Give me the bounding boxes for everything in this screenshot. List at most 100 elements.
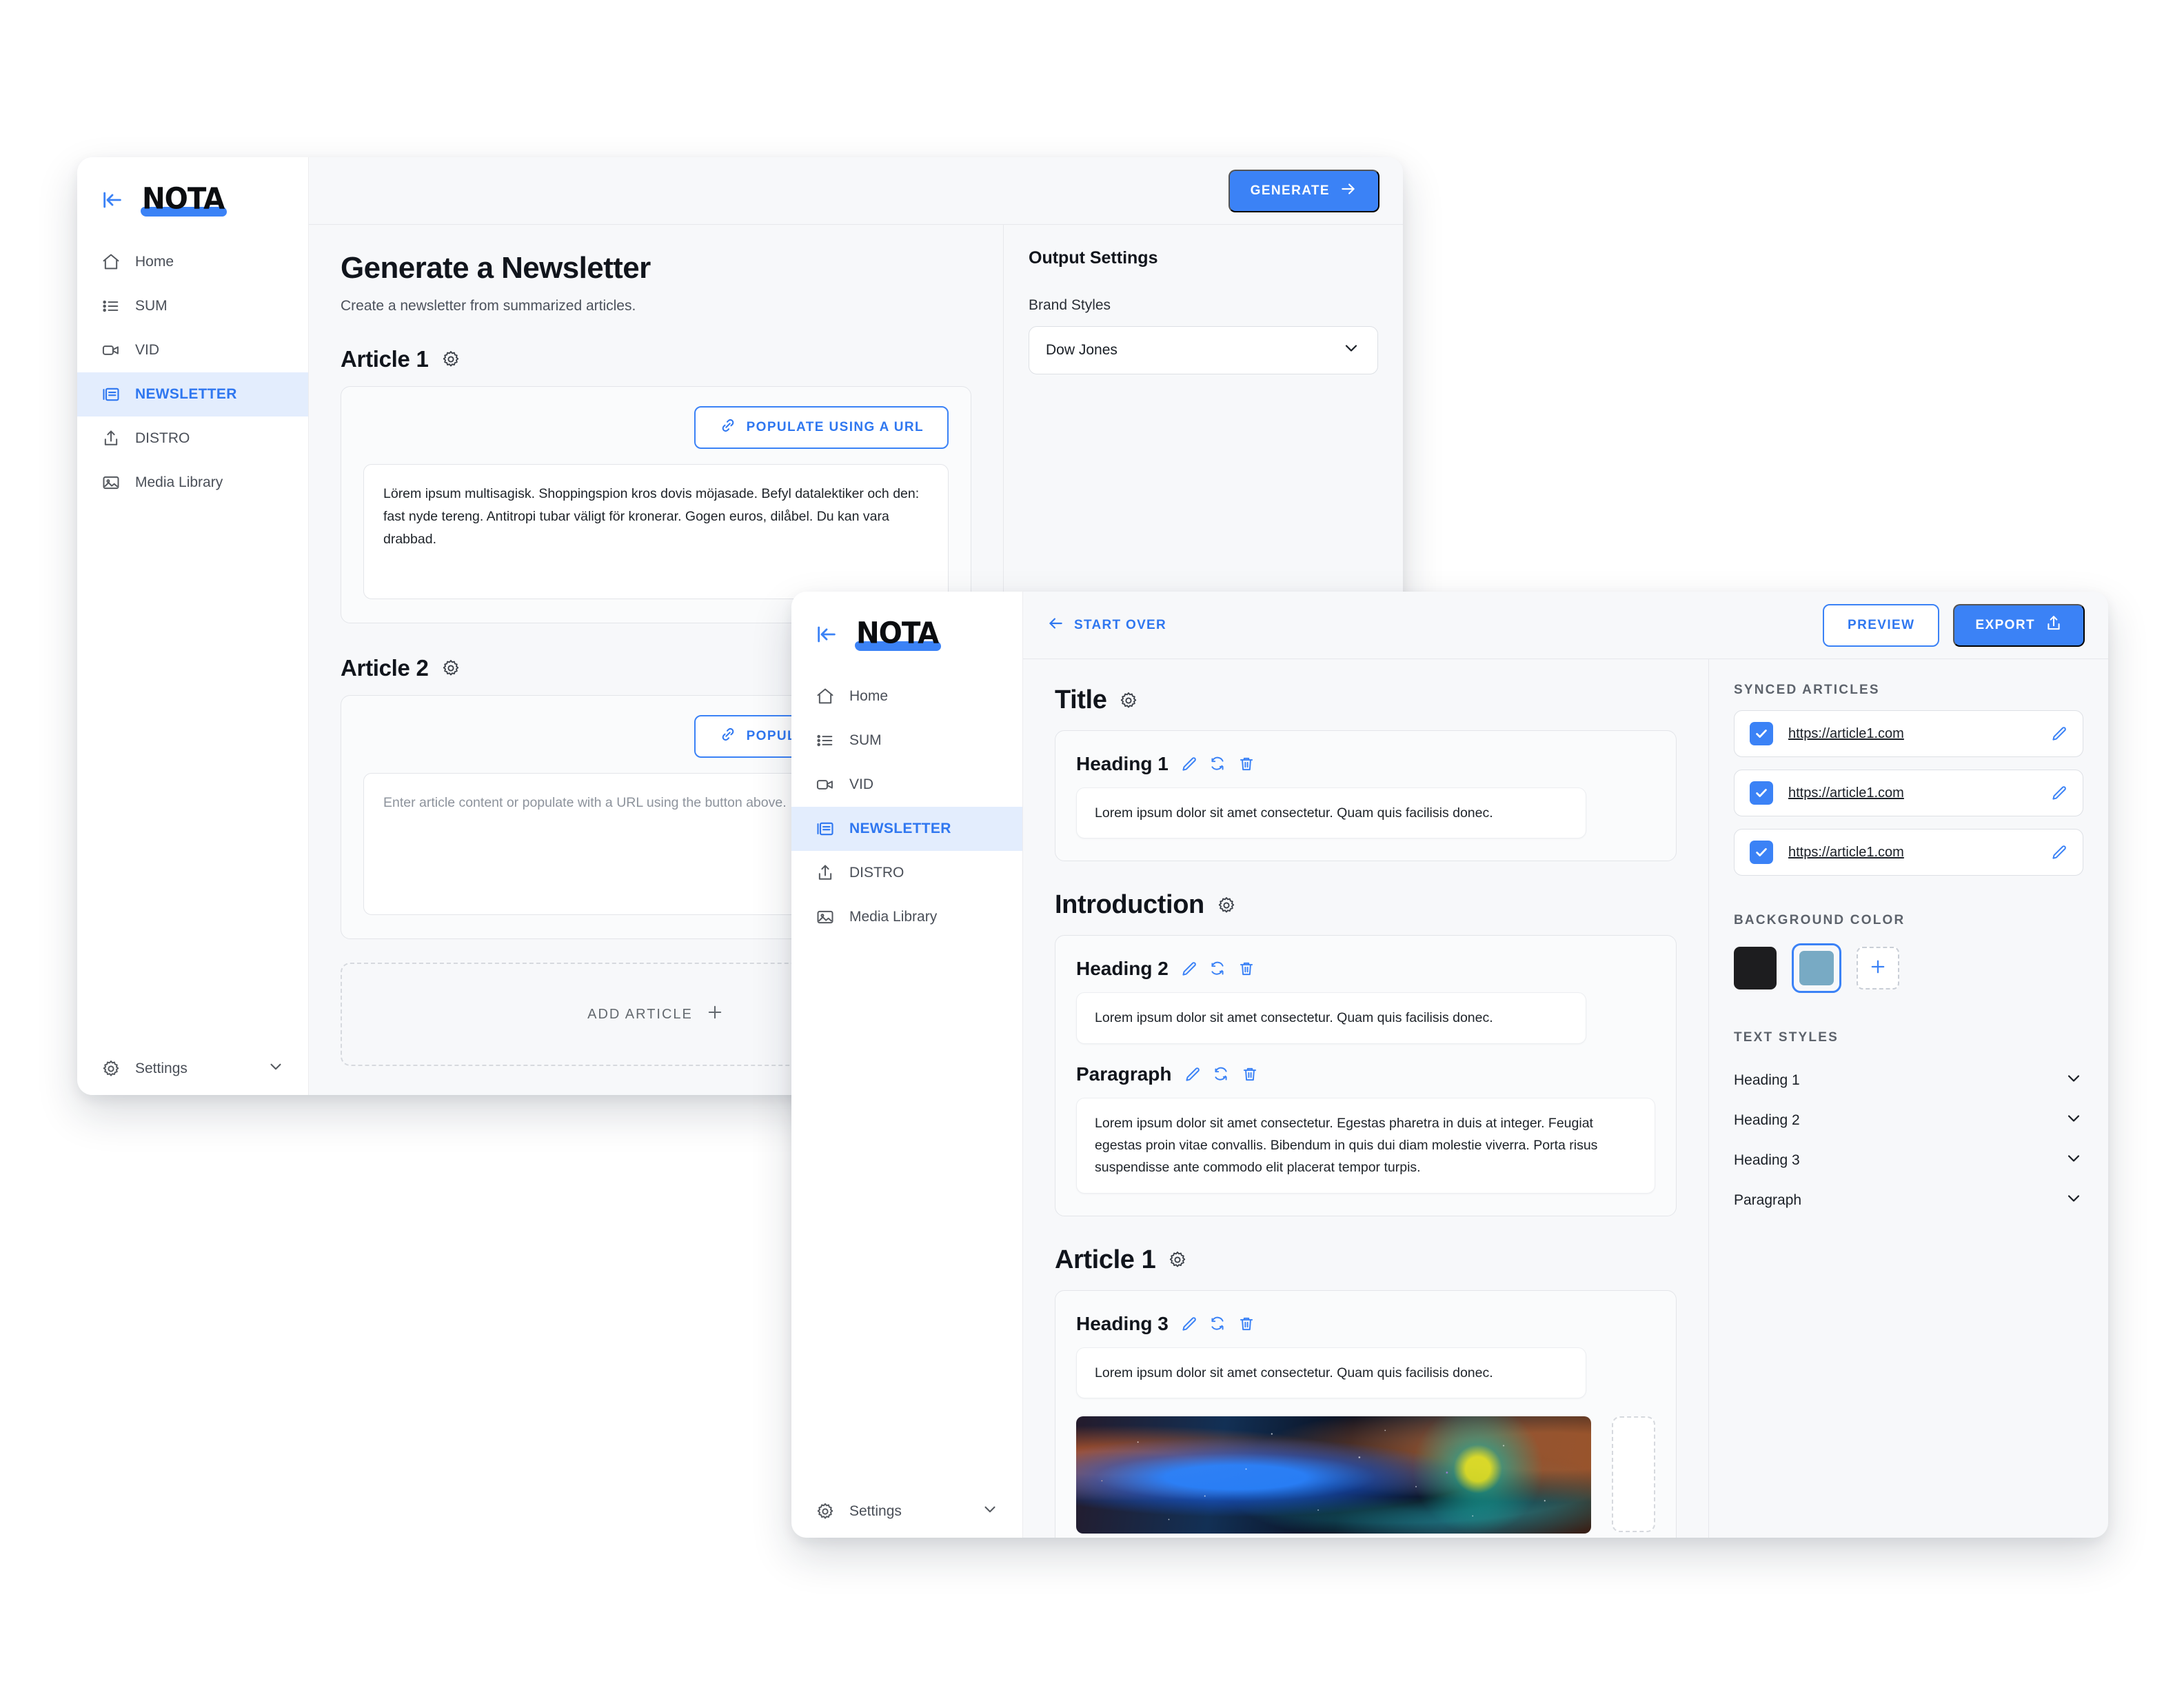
sidebar-item-sum[interactable]: SUM bbox=[77, 284, 308, 328]
color-swatch-blue-selected[interactable] bbox=[1792, 943, 1841, 993]
color-swatch-dark[interactable] bbox=[1734, 947, 1777, 989]
block-text[interactable]: Lorem ipsum dolor sit amet consectetur. … bbox=[1076, 992, 1586, 1044]
synced-article-url[interactable]: https://article1.com bbox=[1788, 785, 1904, 801]
section-title-header: Title bbox=[1055, 685, 1677, 715]
block-text[interactable]: Lorem ipsum dolor sit amet consectetur. … bbox=[1076, 787, 1586, 839]
back-window-topbar: GENERATE bbox=[309, 157, 1403, 225]
delete-icon[interactable] bbox=[1237, 755, 1255, 773]
populate-using-url-button[interactable]: POPULATE USING A URL bbox=[694, 406, 949, 449]
generate-button[interactable]: GENERATE bbox=[1228, 169, 1379, 212]
block-text[interactable]: Lorem ipsum dolor sit amet consectetur. … bbox=[1076, 1347, 1586, 1399]
sidebar-item-vid[interactable]: VID bbox=[791, 763, 1022, 807]
edit-icon[interactable] bbox=[1183, 1065, 1201, 1083]
gear-icon[interactable] bbox=[441, 659, 461, 678]
article-1-content[interactable]: Lörem ipsum multisagisk. Shoppingspion k… bbox=[363, 464, 949, 599]
sidebar-footer: Settings bbox=[77, 1043, 308, 1095]
sidebar-item-media-library[interactable]: Media Library bbox=[77, 461, 308, 505]
start-over-button[interactable]: START OVER bbox=[1046, 614, 1166, 636]
text-style-row[interactable]: Heading 3 bbox=[1734, 1141, 2083, 1180]
checkbox-checked-icon[interactable] bbox=[1750, 722, 1773, 745]
preview-button[interactable]: PREVIEW bbox=[1823, 603, 1940, 647]
brand-styles-select[interactable]: Dow Jones bbox=[1029, 326, 1378, 374]
sidebar-header: NOTA Home SUM VID NEWSLETTER DISTRO Medi… bbox=[791, 592, 1022, 939]
settings-button[interactable]: Settings bbox=[77, 1043, 308, 1095]
section-title: Introduction bbox=[1055, 890, 1204, 920]
chevron-down-icon bbox=[1342, 339, 1361, 362]
gear-icon[interactable] bbox=[1119, 691, 1138, 710]
brand-styles-value: Dow Jones bbox=[1046, 342, 1118, 358]
regenerate-icon[interactable] bbox=[1209, 755, 1226, 773]
chevron-down-icon[interactable] bbox=[267, 1058, 285, 1080]
article-1-actions: POPULATE USING A URL bbox=[363, 406, 949, 449]
edit-icon[interactable] bbox=[2050, 784, 2067, 802]
edit-icon[interactable] bbox=[1180, 960, 1197, 978]
sidebar-item-vid[interactable]: VID bbox=[77, 328, 308, 372]
settings-label: Settings bbox=[849, 1503, 902, 1519]
synced-article-url[interactable]: https://article1.com bbox=[1788, 845, 1904, 861]
home-icon bbox=[101, 252, 121, 272]
section-article-1-header: Article 1 bbox=[1055, 1245, 1677, 1275]
page-subtitle: Create a newsletter from summarized arti… bbox=[341, 298, 636, 314]
delete-icon[interactable] bbox=[1241, 1065, 1259, 1083]
checkbox-checked-icon[interactable] bbox=[1750, 841, 1773, 864]
block-text[interactable]: Lorem ipsum dolor sit amet consectetur. … bbox=[1076, 1097, 1655, 1194]
share-icon bbox=[101, 428, 121, 449]
edit-icon[interactable] bbox=[1180, 1315, 1197, 1333]
add-article-label: ADD ARTICLE bbox=[587, 1006, 693, 1022]
sidebar-front: NOTA Home SUM VID NEWSLETTER DISTRO Medi… bbox=[791, 592, 1023, 1538]
sidebar-item-distro[interactable]: DISTRO bbox=[77, 416, 308, 461]
front-window-content: Title Heading 1 Lorem ipsum dolor sit am… bbox=[1023, 659, 2108, 1538]
chevron-down-icon[interactable] bbox=[981, 1500, 999, 1523]
checkbox-checked-icon[interactable] bbox=[1750, 781, 1773, 805]
plus-icon bbox=[705, 1003, 725, 1026]
settings-label: Settings bbox=[135, 1061, 188, 1076]
sidebar-item-distro[interactable]: DISTRO bbox=[791, 851, 1022, 895]
media-placeholder[interactable] bbox=[1611, 1416, 1655, 1533]
collapse-left-icon[interactable] bbox=[815, 623, 838, 646]
sidebar-item-newsletter[interactable]: NEWSLETTER bbox=[77, 372, 308, 416]
sidebar-item-sum[interactable]: SUM bbox=[791, 719, 1022, 763]
logo[interactable]: NOTA bbox=[853, 616, 941, 652]
edit-icon[interactable] bbox=[1180, 755, 1197, 773]
text-style-row[interactable]: Heading 1 bbox=[1734, 1061, 2083, 1101]
brand-styles-label: Brand Styles bbox=[1029, 297, 1111, 313]
edit-icon[interactable] bbox=[2050, 843, 2067, 861]
sidebar-header: NOTA Home SUM VID NEWSLETTER DISTRO Medi… bbox=[77, 157, 308, 505]
sidebar-item-media-library[interactable]: Media Library bbox=[791, 895, 1022, 939]
gear-icon[interactable] bbox=[441, 350, 461, 369]
delete-icon[interactable] bbox=[1237, 960, 1255, 978]
chevron-down-icon bbox=[2064, 1109, 2083, 1132]
export-button[interactable]: EXPORT bbox=[1953, 603, 2085, 647]
chevron-down-icon bbox=[2064, 1069, 2083, 1092]
regenerate-icon[interactable] bbox=[1209, 1315, 1226, 1333]
page-title: Generate a Newsletter bbox=[341, 251, 651, 285]
sidebar-footer: Settings bbox=[791, 1485, 1022, 1538]
section-introduction-header: Introduction bbox=[1055, 890, 1677, 920]
start-over-label: START OVER bbox=[1074, 617, 1167, 632]
section-title: Article 1 bbox=[1055, 1245, 1156, 1274]
delete-icon[interactable] bbox=[1237, 1315, 1255, 1333]
text-style-label: Paragraph bbox=[1734, 1192, 1802, 1208]
sidebar-item-label: SUM bbox=[135, 298, 168, 314]
logo[interactable]: NOTA bbox=[139, 181, 227, 218]
brand-row: NOTA bbox=[77, 181, 308, 219]
synced-article-url[interactable]: https://article1.com bbox=[1788, 726, 1904, 742]
collapse-left-icon[interactable] bbox=[101, 188, 124, 212]
gear-icon[interactable] bbox=[1217, 896, 1236, 915]
article-1-card: POPULATE USING A URL Lörem ipsum multisa… bbox=[341, 386, 971, 623]
add-color-button[interactable] bbox=[1857, 947, 1899, 989]
link-icon bbox=[719, 725, 737, 747]
sidebar-item-home[interactable]: Home bbox=[791, 674, 1022, 719]
gear-icon[interactable] bbox=[1168, 1250, 1187, 1269]
regenerate-icon[interactable] bbox=[1209, 960, 1226, 978]
sidebar-item-newsletter[interactable]: NEWSLETTER bbox=[791, 807, 1022, 851]
text-style-row[interactable]: Heading 2 bbox=[1734, 1101, 2083, 1141]
sidebar-item-home[interactable]: Home bbox=[77, 240, 308, 284]
edit-icon[interactable] bbox=[2050, 725, 2067, 743]
video-icon bbox=[101, 340, 121, 361]
arrow-right-icon bbox=[1339, 180, 1357, 202]
share-icon bbox=[815, 863, 836, 883]
text-style-row[interactable]: Paragraph bbox=[1734, 1180, 2083, 1220]
regenerate-icon[interactable] bbox=[1212, 1065, 1230, 1083]
settings-button[interactable]: Settings bbox=[791, 1485, 1022, 1538]
